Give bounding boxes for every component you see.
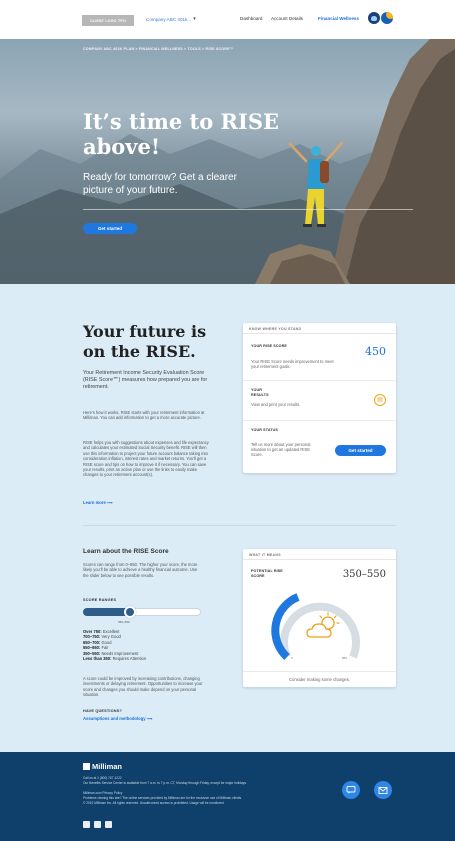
user-avatar-icon[interactable] [368,12,380,24]
twitter-icon[interactable] [83,821,90,828]
footer-copyright: © 2019 Milliman Inc. All rights reserved… [83,801,225,805]
linkedin-icon[interactable] [94,821,101,828]
nav-link-account-details[interactable]: Account Details [271,16,303,21]
range-item: Less than 350: Requires Attention [83,656,147,662]
gauge-footer: Consider making some changes. [243,671,396,687]
wellness-badge-icon[interactable] [381,12,393,24]
learn-title: Learn about the RISE Score [83,548,169,555]
status-card: KNOW WHERE YOU STAND YOUR RISE SCORE 450… [243,323,396,473]
status-row: YOUR STATUS Tell us more about your pers… [243,421,396,473]
footer-hours: Our Benefits Service Center is available… [83,781,247,785]
results-desc: View and print your results. [251,402,301,407]
intro-paragraph-1: Here’s how it works. RISE starts with yo… [83,410,205,421]
rise-score-value: 450 [365,345,386,358]
improvement-note: A score could be improved by increasing … [83,676,203,698]
company-selector[interactable]: Company ABC 401k... ▾ [146,16,196,22]
nav-link-financial-wellness[interactable]: Financial Wellness [318,16,359,21]
hero-mountain-illustration [0,39,455,284]
document-icon[interactable]: ▤ [374,394,386,406]
status-get-started-button[interactable]: Get started [335,445,386,456]
hero-subtitle: Ready for tomorrow? Get a clearer pictur… [83,172,237,196]
gauge-min-label: 0 [291,656,293,660]
intro-paragraph-2: RISE helps you with suggestions about ex… [83,440,209,478]
chat-icon [346,781,356,799]
score-slider-caption: 350–550 [118,620,130,624]
rise-score-row: YOUR RISE SCORE 450 Your RISE Score need… [243,334,396,381]
section-divider [83,525,396,526]
assumptions-link[interactable]: Assumptions and methodology ⟶ [83,716,153,721]
results-label: YOUR RESULTS [251,388,269,397]
status-card-header: KNOW WHERE YOU STAND [243,323,396,334]
rise-score-desc: Your RISE Score needs improvement to mee… [251,359,334,370]
email-icon [378,781,388,799]
hero-banner: COMPANY ABC 401K PLAN > FINANCIAL WELLNE… [0,39,455,284]
chat-button[interactable] [342,781,360,799]
email-button[interactable] [374,781,392,799]
breadcrumb[interactable]: COMPANY ABC 401K PLAN > FINANCIAL WELLNE… [83,47,233,51]
footer-disclaimer: Problems viewing this site? The online s… [83,796,243,800]
learn-description: Scores can range from 0–850. The higher … [83,562,198,578]
top-navigation: CLIENT LOGO TPO Company ABC 401k... ▾ Da… [0,0,455,39]
nav-link-dashboard[interactable]: Dashboard [240,16,262,21]
chevron-down-icon: ▾ [193,16,196,22]
footer-phone: Call us at 1 (800) 767-1222 [83,776,122,780]
client-logo: CLIENT LOGO TPO [82,15,134,26]
status-label: YOUR STATUS [251,428,278,432]
learn-more-link[interactable]: Learn more ⟶ [83,500,113,505]
footer-links[interactable]: Milliman.com Privacy Policy [83,791,122,795]
status-desc: Tell us more about your personal situati… [251,442,311,458]
company-selector-label: Company ABC 401k... [146,16,192,22]
score-slider-handle[interactable] [124,606,136,618]
gauge-max-label: 850 [342,656,348,660]
results-row[interactable]: YOUR RESULTS View and print your results… [243,381,396,421]
intro-lead: Your Retirement Income Security Evaluati… [83,370,208,390]
score-ranges-list: Over 750: Excellent 700–750: Very Good 6… [83,629,146,661]
hero-title: It’s time to RISE above! [83,109,280,159]
milliman-logo[interactable]: Milliman [83,762,122,771]
intro-title: Your future is on the RISE. [83,322,207,361]
have-questions-label: HAVE QUESTIONS? [83,709,123,713]
site-footer: Milliman Call us at 1 (800) 767-1222 Our… [0,752,455,841]
score-ranges-label: SCORE RANGES [83,598,117,602]
rise-score-label: YOUR RISE SCORE [251,344,287,348]
partly-cloudy-icon [306,612,340,638]
facebook-icon[interactable] [105,821,112,828]
hero-divider [83,209,413,210]
get-started-button[interactable]: Get started [83,223,137,234]
gauge-card: WHAT IT MEANS POTENTIAL RISE SCORE 350–5… [243,549,396,687]
milliman-logo-mark-icon [83,763,90,770]
